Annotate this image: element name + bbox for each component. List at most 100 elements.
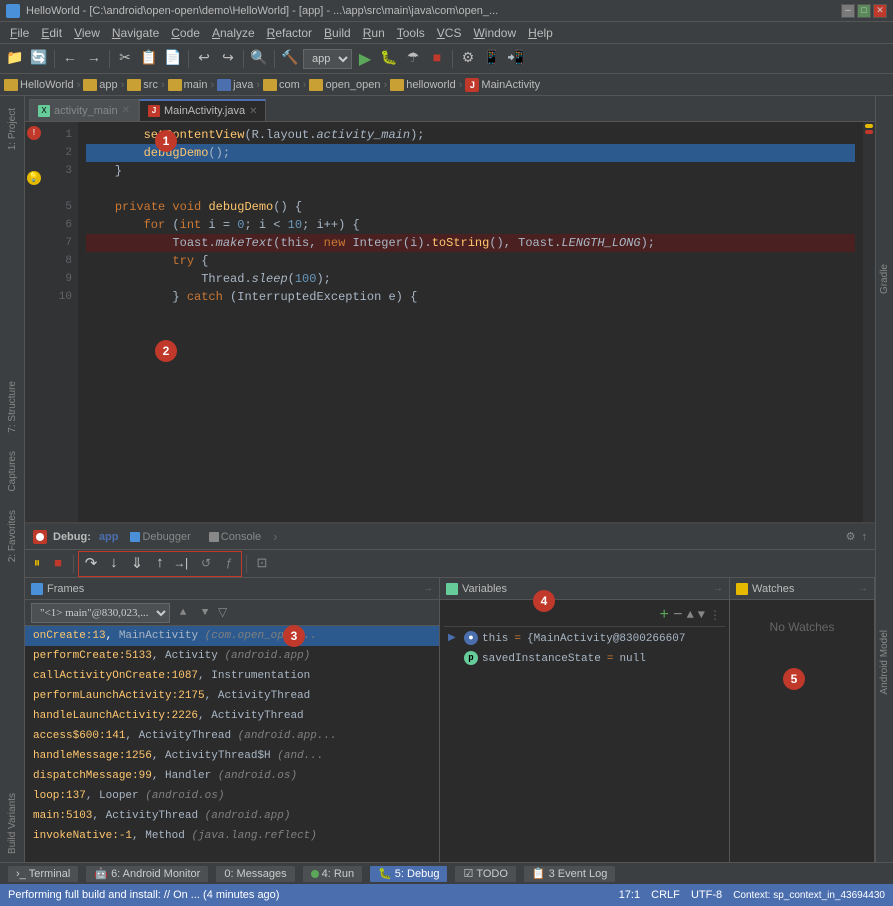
step-into-btn[interactable]: ↓ (103, 553, 125, 575)
maximize-button[interactable]: □ (857, 4, 871, 18)
terminal-tab[interactable]: ›_ Terminal (8, 866, 78, 882)
frame-item-2[interactable]: callActivityOnCreate:1087, Instrumentati… (25, 666, 439, 686)
toolbar-coverage-btn[interactable]: ☂ (402, 48, 424, 70)
bc-main[interactable]: main (168, 79, 208, 91)
toolbar-sdk-btn[interactable]: 📱 (481, 48, 503, 70)
menu-tools[interactable]: Tools (391, 24, 431, 42)
stop-program-btn[interactable]: ■ (47, 553, 69, 575)
sidebar-favorites-tab[interactable]: 2: Favorites (5, 502, 20, 570)
thread-select[interactable]: "<1> main"@830,023,... (31, 603, 170, 623)
bc-helloworld[interactable]: HelloWorld (4, 79, 74, 91)
bc-app[interactable]: app (83, 79, 117, 91)
vars-nav-up-btn[interactable]: ▲ (687, 608, 694, 622)
frame-item-3[interactable]: performLaunchActivity:2175, ActivityThre… (25, 686, 439, 706)
bc-open-open[interactable]: open_open (309, 79, 380, 91)
menu-window[interactable]: Window (467, 24, 522, 42)
toolbar-find-btn[interactable]: 🔍 (248, 48, 270, 70)
pause-program-btn[interactable]: ⏸ (29, 553, 45, 575)
menu-vcs[interactable]: VCS (431, 24, 468, 42)
toolbar-copy-btn[interactable]: 📋 (138, 48, 160, 70)
debug-pin-btn[interactable]: ↑ (862, 531, 868, 543)
frame-item-0[interactable]: onCreate:13, MainActivity (com.open_open… (25, 626, 439, 646)
right-sidebar-gradle-tab[interactable]: Gradle (879, 260, 890, 298)
menu-build[interactable]: Build (318, 24, 357, 42)
messages-tab[interactable]: 0: Messages (216, 866, 294, 882)
toolbar-paste-btn[interactable]: 📄 (162, 48, 184, 70)
tab-activity-main-close[interactable]: ✕ (122, 105, 130, 116)
code-editor[interactable]: setContentView(R.layout.activity_main); … (78, 122, 863, 522)
frames-up-btn[interactable]: ▲ (174, 604, 192, 622)
android-monitor-tab[interactable]: 🤖 6: Android Monitor (86, 866, 208, 882)
minimize-button[interactable]: ─ (841, 4, 855, 18)
run-config-select[interactable]: app (303, 49, 352, 69)
add-watch-btn[interactable]: + (659, 606, 669, 624)
var-this[interactable]: ▶ ● this = {MainActivity@8300266607 (444, 629, 725, 649)
tab-mainactivity[interactable]: J MainActivity.java ✕ (139, 99, 267, 121)
run-to-cursor-btn[interactable]: →| (172, 553, 194, 575)
toolbar-build-icon[interactable]: 🔨 (279, 48, 301, 70)
toolbar-stop-btn[interactable]: ■ (426, 48, 448, 70)
frame-item-6[interactable]: handleMessage:1256, ActivityThread$H (an… (25, 746, 439, 766)
menu-view[interactable]: View (68, 24, 106, 42)
tab-activity-main[interactable]: X activity_main ✕ (29, 99, 139, 121)
frame-item-5[interactable]: access$600:141, ActivityThread (android.… (25, 726, 439, 746)
debugger-tab-btn[interactable]: Debugger (124, 529, 196, 545)
frame-item-10[interactable]: invokeNative:-1, Method (java.lang.refle… (25, 826, 439, 846)
right-sidebar-android-tab[interactable]: Android Model (879, 626, 890, 698)
toolbar-undo-btn[interactable]: ↩ (193, 48, 215, 70)
todo-tab[interactable]: ☑ TODO (455, 866, 515, 882)
toolbar-run-btn[interactable]: ▶ (354, 48, 376, 70)
menu-edit[interactable]: Edit (35, 24, 68, 42)
menu-refactor[interactable]: Refactor (261, 24, 318, 42)
vars-nav-down-btn[interactable]: ▼ (698, 608, 705, 622)
toolbar-cut-btn[interactable]: ✂ (114, 48, 136, 70)
run-tab[interactable]: 4: Run (303, 866, 362, 882)
step-out-btn[interactable]: ↑ (149, 553, 171, 575)
frame-item-1[interactable]: performCreate:5133, Activity (android.ap… (25, 646, 439, 666)
sidebar-structure-tab[interactable]: 7: Structure (5, 373, 20, 441)
bc-com[interactable]: com (263, 79, 300, 91)
sidebar-project-tab[interactable]: 1: Project (5, 100, 20, 158)
sidebar-captures-tab[interactable]: Captures (5, 443, 20, 500)
frames-panel-expand[interactable]: → (423, 583, 433, 594)
menu-file[interactable]: File (4, 24, 35, 42)
reset-frame-btn[interactable]: ↺ (195, 553, 217, 575)
toolbar-avd-btn[interactable]: 📲 (505, 48, 527, 70)
bc-src[interactable]: src (127, 79, 158, 91)
frame-item-7[interactable]: dispatchMessage:99, Handler (android.os) (25, 766, 439, 786)
frames-down-btn[interactable]: ▼ (196, 604, 214, 622)
close-button[interactable]: ✕ (873, 4, 887, 18)
sidebar-buildvariants-tab[interactable]: Build Variants (5, 785, 20, 862)
bc-java[interactable]: java (217, 79, 253, 91)
frames-filter-btn[interactable]: ▽ (218, 605, 227, 620)
debug-settings-btn[interactable]: ⚙ (846, 530, 856, 543)
force-step-into-btn[interactable]: ⇓ (126, 553, 148, 575)
toggle-breakpoints-btn[interactable]: ⊡ (251, 553, 273, 575)
toolbar-redo-btn[interactable]: ↪ (217, 48, 239, 70)
toolbar-forward-btn[interactable]: → (83, 48, 105, 70)
frame-item-8[interactable]: loop:137, Looper (android.os) (25, 786, 439, 806)
remove-watch-btn[interactable]: − (673, 606, 683, 624)
frame-item-4[interactable]: handleLaunchActivity:2226, ActivityThrea… (25, 706, 439, 726)
toolbar-sync-btn[interactable]: 🔄 (28, 48, 50, 70)
watches-panel-expand[interactable]: → (858, 583, 868, 594)
variables-panel-expand[interactable]: → (713, 583, 723, 594)
vars-expand-btn[interactable]: ⋮ (709, 608, 721, 623)
menu-navigate[interactable]: Navigate (106, 24, 165, 42)
toolbar-debug-btn[interactable]: 🐛 (378, 48, 400, 70)
menu-run[interactable]: Run (357, 24, 391, 42)
toolbar-settings-btn[interactable]: ⚙ (457, 48, 479, 70)
evaluate-expr-btn[interactable]: ƒ (218, 553, 240, 575)
toolbar-project-btn[interactable]: 📁 (4, 48, 26, 70)
debug-tab[interactable]: 🐛 5: Debug (370, 866, 447, 882)
bc-mainactivity[interactable]: J MainActivity (465, 78, 540, 92)
step-over-btn[interactable]: ↷ (80, 553, 102, 575)
var-this-expand[interactable]: ▶ (448, 631, 460, 647)
event-log-tab[interactable]: 📋 3 Event Log (524, 866, 615, 882)
toolbar-back-btn[interactable]: ← (59, 48, 81, 70)
menu-code[interactable]: Code (165, 24, 206, 42)
console-tab-btn[interactable]: Console (203, 529, 267, 545)
bc-helloworld-pkg[interactable]: helloworld (390, 79, 456, 91)
menu-help[interactable]: Help (522, 24, 559, 42)
tab-mainactivity-close[interactable]: ✕ (249, 106, 257, 117)
